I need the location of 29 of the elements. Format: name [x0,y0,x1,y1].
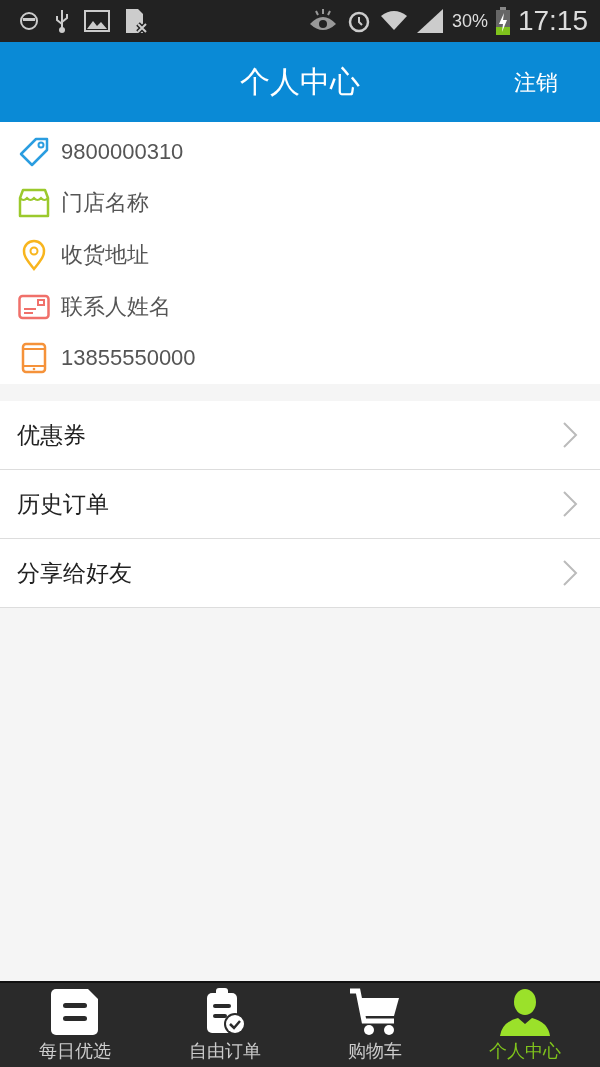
clock-time: 17:15 [517,5,588,37]
profile-value: 联系人姓名 [61,292,171,321]
signal-icon [415,8,444,34]
battery-icon [495,7,510,35]
profile-value: 收货地址 [61,241,149,269]
page-title: 个人中心 [240,62,360,101]
person-icon [499,988,551,1036]
nav-tab[interactable]: 自由订单 [150,983,300,1067]
battery-percent: 30% [451,10,488,32]
chevron-right-icon [562,559,578,587]
chevron-right-icon [562,421,578,449]
profile-value: 9800000310 [61,138,184,165]
sim-icon [124,8,148,34]
nav-tab[interactable]: 购物车 [300,983,450,1067]
menu-item[interactable]: 历史订单 [0,470,600,539]
tag-icon [18,135,50,168]
menu-item[interactable]: 优惠券 [0,401,600,470]
menu-item[interactable]: 分享给好友 [0,539,600,608]
store-icon [18,187,50,220]
logout-button[interactable]: 注销 [514,66,558,100]
usb-icon [54,8,70,34]
image-icon [84,10,110,32]
id-card-icon [18,293,50,320]
profile-value: 13855550000 [61,345,196,372]
profile-value: 门店名称 [61,189,149,218]
nav-tab[interactable]: 个人中心 [450,983,600,1067]
chevron-right-icon [562,490,578,518]
cart-icon [349,988,401,1036]
nav-tab[interactable]: 每日优选 [0,983,150,1067]
